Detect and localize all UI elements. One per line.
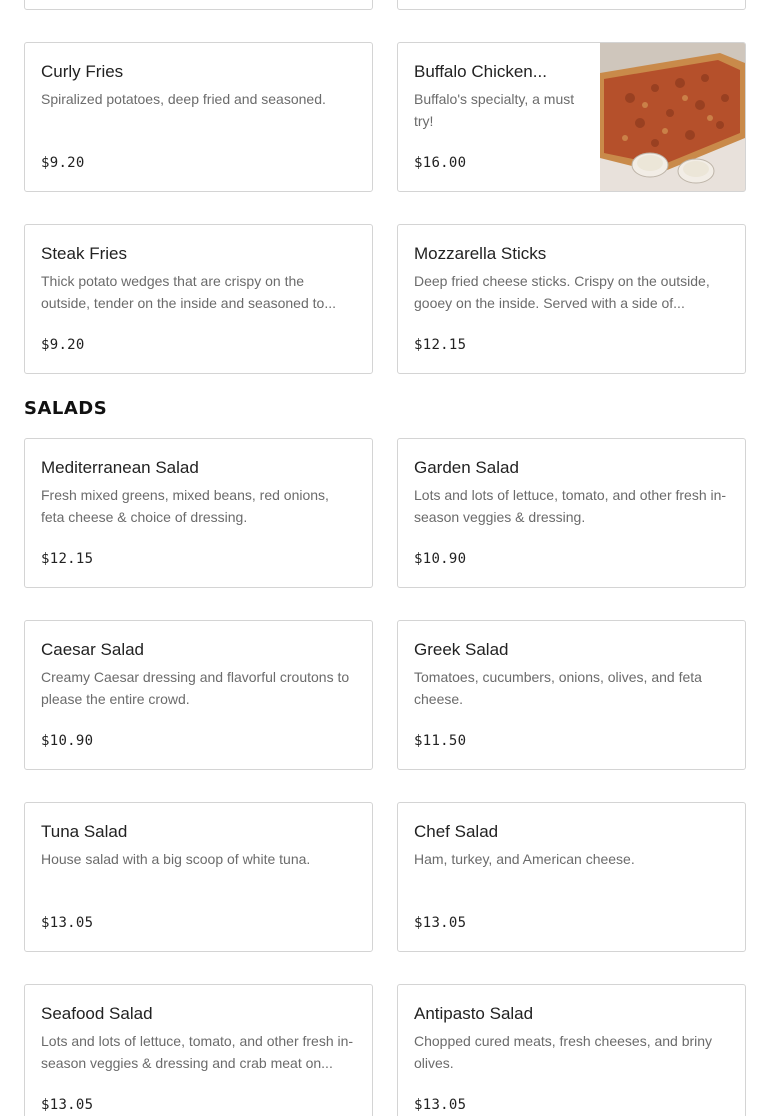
item-price: $11.50 xyxy=(414,733,467,749)
menu-item-card[interactable]: Curly Fries Spiralized potatoes, deep fr… xyxy=(24,42,373,192)
section-heading-salads: SALADS xyxy=(24,398,108,419)
item-price: $9.20 xyxy=(41,155,85,171)
menu-item-card[interactable]: Greek Salad Tomatoes, cucumbers, onions,… xyxy=(397,620,746,770)
item-description: Ham, turkey, and American cheese. xyxy=(414,851,635,867)
item-title: Tuna Salad xyxy=(41,822,128,841)
item-price: $10.90 xyxy=(414,551,467,567)
item-description: Spiralized potatoes, deep fried and seas… xyxy=(41,91,326,107)
item-price: $13.05 xyxy=(414,1097,467,1113)
item-description: Tomatoes, cucumbers, onions, olives, and… xyxy=(414,669,702,707)
menu-item-card[interactable]: Buffalo Chicken... Buffalo's specialty, … xyxy=(397,42,746,192)
item-description: Fresh mixed greens, mixed beans, red oni… xyxy=(41,487,329,525)
item-description: Buffalo's specialty, a must try! xyxy=(414,91,575,129)
menu-item-card[interactable]: Chef Salad Ham, turkey, and American che… xyxy=(397,802,746,952)
menu-item-card[interactable]: Caesar Salad Creamy Caesar dressing and … xyxy=(24,620,373,770)
item-price: $10.90 xyxy=(41,733,94,749)
item-price: $12.15 xyxy=(41,551,94,567)
item-description: Lots and lots of lettuce, tomato, and ot… xyxy=(41,1033,354,1071)
menu-item-card[interactable]: Antipasto Salad Chopped cured meats, fre… xyxy=(397,984,746,1116)
menu-item-card-partial[interactable] xyxy=(397,0,746,10)
menu-item-card[interactable]: Seafood Salad Lots and lots of lettuce, … xyxy=(24,984,373,1116)
item-description: Chopped cured meats, fresh cheeses, and … xyxy=(414,1033,713,1071)
menu-item-card[interactable]: Steak Fries Thick potato wedges that are… xyxy=(24,224,373,374)
menu-item-card[interactable]: Mediterranean Salad Fresh mixed greens, … xyxy=(24,438,373,588)
item-price: $9.20 xyxy=(41,337,85,353)
menu-item-card-partial[interactable] xyxy=(24,0,373,10)
item-price: $16.00 xyxy=(414,155,467,171)
item-title: Steak Fries xyxy=(41,244,127,263)
menu-item-card[interactable]: Mozzarella Sticks Deep fried cheese stic… xyxy=(397,224,746,374)
item-title: Buffalo Chicken... xyxy=(414,62,547,81)
item-price: $13.05 xyxy=(41,915,94,931)
item-title: Caesar Salad xyxy=(41,640,145,659)
item-title: Mediterranean Salad xyxy=(41,458,199,477)
menu-item-card[interactable]: Tuna Salad House salad with a big scoop … xyxy=(24,802,373,952)
pizza-image xyxy=(600,43,745,191)
item-description: Deep fried cheese sticks. Crispy on the … xyxy=(414,273,710,311)
item-title: Curly Fries xyxy=(41,62,124,81)
item-title: Garden Salad xyxy=(414,458,519,477)
item-title: Greek Salad xyxy=(414,640,509,659)
item-description: Creamy Caesar dressing and flavorful cro… xyxy=(41,669,350,707)
item-title: Chef Salad xyxy=(414,822,499,841)
item-description: Lots and lots of lettuce, tomato, and ot… xyxy=(414,487,727,525)
item-price: $13.05 xyxy=(41,1097,94,1113)
item-price: $13.05 xyxy=(414,915,467,931)
item-description: House salad with a big scoop of white tu… xyxy=(41,851,311,867)
item-title: Antipasto Salad xyxy=(414,1004,534,1023)
item-description: Thick potato wedges that are crispy on t… xyxy=(41,273,336,311)
menu-item-card[interactable]: Garden Salad Lots and lots of lettuce, t… xyxy=(397,438,746,588)
item-title: Mozzarella Sticks xyxy=(414,244,547,263)
item-title: Seafood Salad xyxy=(41,1004,153,1023)
menu-page: Curly Fries Spiralized potatoes, deep fr… xyxy=(0,0,770,1116)
item-photo xyxy=(600,43,745,191)
item-price: $12.15 xyxy=(414,337,467,353)
